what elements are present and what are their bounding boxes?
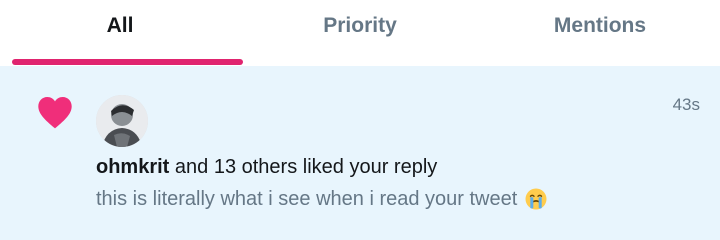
tab-all-label: All xyxy=(106,14,134,37)
username[interactable]: ohmkrit xyxy=(96,156,169,178)
timestamp: 43s xyxy=(672,95,700,114)
avatar-image xyxy=(96,95,148,147)
loudly-crying-face-icon xyxy=(525,188,547,210)
tab-mentions[interactable]: Mentions xyxy=(480,0,720,52)
active-tab-indicator xyxy=(12,59,243,65)
notification-tabs: All Priority Mentions xyxy=(0,0,720,67)
heart-icon xyxy=(38,97,72,129)
tweet-text: this is literally what i see when i read… xyxy=(96,187,518,210)
action-text: and 13 others liked your reply xyxy=(169,156,438,178)
tab-mentions-label: Mentions xyxy=(553,14,647,37)
notification-headline: ohmkrit and 13 others liked your reply xyxy=(96,156,437,179)
tab-all[interactable]: All xyxy=(0,0,240,52)
avatar[interactable] xyxy=(96,95,148,147)
tab-priority[interactable]: Priority xyxy=(240,0,480,52)
like-notification[interactable] xyxy=(0,66,720,240)
tab-priority-label: Priority xyxy=(323,14,397,37)
tweet-preview: this is literally what i see when i read… xyxy=(96,187,548,211)
